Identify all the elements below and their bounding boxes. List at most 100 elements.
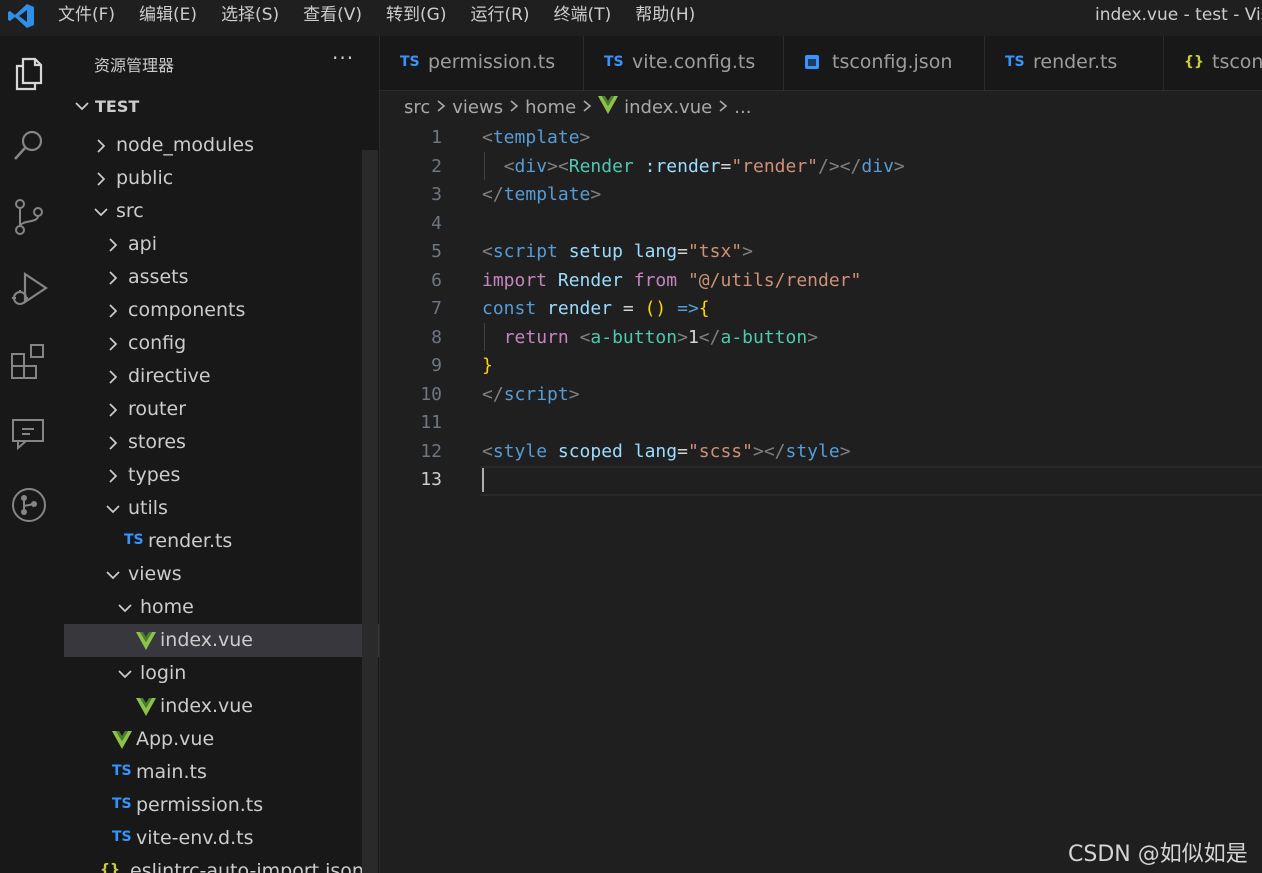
menu-item[interactable]: 运行(R) <box>458 0 541 32</box>
more-actions-button[interactable]: ··· <box>332 46 354 70</box>
code-token: style <box>785 440 840 462</box>
line-number: 5 <box>431 241 442 262</box>
tree-file[interactable]: index.vue <box>64 624 379 657</box>
code-token: scoped <box>557 440 623 462</box>
search-icon[interactable] <box>8 124 50 166</box>
menu-bar: 文件(F) 编辑(E) 选择(S) 查看(V) 转到(G) 运行(R) 终端(T) 帮助(H) <box>46 0 707 32</box>
typescript-file-icon: TS <box>1005 54 1025 70</box>
line-number: 7 <box>431 298 442 319</box>
menu-item[interactable]: 编辑(E) <box>127 0 209 32</box>
tree-file[interactable]: TS permission.ts <box>64 789 379 822</box>
tree-file[interactable]: index.vue <box>64 690 379 723</box>
menu-item[interactable]: 转到(G) <box>374 0 458 32</box>
vue-file-icon <box>112 731 132 753</box>
code-text: } <box>482 352 493 380</box>
tree-folder[interactable]: public <box>64 162 379 195</box>
code-token: > <box>807 326 819 348</box>
line-number: 12 <box>420 440 442 462</box>
tree-file[interactable]: TS render.ts <box>64 525 379 558</box>
breadcrumb-item[interactable]: ... <box>734 97 751 118</box>
menu-item[interactable]: 文件(F) <box>46 0 127 32</box>
code-token: import <box>482 269 548 291</box>
workspace-root[interactable]: TEST <box>64 92 379 122</box>
remote-explorer-icon[interactable] <box>8 412 50 454</box>
tree-item-label: utils <box>128 497 168 519</box>
code-token: style <box>492 440 548 462</box>
chevron-right-icon <box>104 302 122 324</box>
tree-folder[interactable]: assets <box>64 261 379 294</box>
sidebar-scrollbar[interactable] <box>362 150 378 873</box>
code-text: const render = () =>{ <box>482 295 710 323</box>
tree-item-label: App.vue <box>136 728 215 750</box>
tree-item-label: vite-env.d.ts <box>136 827 254 849</box>
menu-item[interactable]: 选择(S) <box>209 0 291 32</box>
editor-tab[interactable]: TS permission.ts <box>380 36 584 90</box>
run-debug-icon[interactable] <box>8 268 50 310</box>
tree-folder[interactable]: src <box>64 195 379 228</box>
menu-item[interactable]: 帮助(H) <box>623 0 707 32</box>
editor-tab-label: render.ts <box>1033 51 1118 73</box>
tree-file[interactable]: TS vite-env.d.ts <box>64 822 379 855</box>
code-line: 5 <script setup lang="tsx"> <box>380 238 1262 266</box>
editor-tab-label: vite.config.ts <box>632 51 756 73</box>
tree-item-label: .eslintrc-auto-import.json <box>124 860 364 873</box>
editor-tab[interactable]: tsconfig.json <box>784 36 985 90</box>
tree-file[interactable]: App.vue <box>64 723 379 756</box>
source-control-icon[interactable] <box>8 196 50 238</box>
tree-folder[interactable]: config <box>64 327 379 360</box>
tree-file[interactable]: TS main.ts <box>64 756 379 789</box>
tree-folder[interactable]: components <box>64 294 379 327</box>
tree-folder[interactable]: views <box>64 558 379 591</box>
tree-folder[interactable]: login <box>64 657 379 690</box>
editor-tab[interactable]: {} tsconf <box>1164 36 1262 90</box>
breadcrumb-item[interactable]: home <box>525 97 576 118</box>
line-number: 8 <box>431 326 442 348</box>
editor-tabs: TS permission.ts TS vite.config.ts tsconfig.… <box>380 36 1262 91</box>
tree-folder[interactable]: api <box>64 228 379 261</box>
editor-tab-label: permission.ts <box>428 51 556 73</box>
code-token: > <box>893 155 905 177</box>
tree-item-label: config <box>128 332 187 354</box>
chevron-right-icon <box>104 434 122 456</box>
code-token: lang <box>633 241 678 262</box>
breadcrumb-item[interactable]: index.vue <box>624 97 712 118</box>
code-token: ></ <box>752 440 786 462</box>
breadcrumb-item[interactable]: src <box>404 97 430 118</box>
tree-folder[interactable]: home <box>64 591 379 624</box>
code-editor[interactable]: 1 <template> 2 <div><Render :render="rende… <box>380 124 1262 873</box>
tree-folder[interactable]: types <box>64 459 379 492</box>
editor-tab[interactable]: TS render.ts <box>985 36 1164 90</box>
explorer-icon[interactable] <box>8 52 50 94</box>
tree-file[interactable]: {} .eslintrc-auto-import.json <box>64 855 379 873</box>
code-token: div <box>514 155 548 177</box>
tree-item-label: directive <box>128 365 211 387</box>
activity-bar <box>0 36 64 873</box>
tree-folder[interactable]: router <box>64 393 379 426</box>
tree-folder[interactable]: utils <box>64 492 379 525</box>
code-line: 8 return <a-button>1</a-button> <box>380 324 1262 352</box>
vue-file-icon <box>136 632 156 654</box>
file-tree: node_modules public src api assets components… <box>64 129 379 873</box>
breadcrumb-item[interactable]: views <box>452 97 503 118</box>
line-number: 4 <box>431 212 442 234</box>
code-line: 4 <box>380 210 1262 238</box>
editor-tab[interactable]: TS vite.config.ts <box>584 36 784 90</box>
code-token: </ <box>482 184 504 205</box>
code-text: return <a-button>1</a-button> <box>482 324 818 352</box>
code-text: </script> <box>482 381 580 409</box>
tree-folder[interactable]: node_modules <box>64 129 379 162</box>
menu-item[interactable]: 终端(T) <box>542 0 624 32</box>
tree-folder[interactable]: stores <box>64 426 379 459</box>
watermark: CSDN @如似如是 <box>1068 842 1248 867</box>
code-line: 12 <style scoped lang="scss"></style> <box>380 438 1262 466</box>
menu-item[interactable]: 查看(V) <box>291 0 374 32</box>
tree-folder[interactable]: directive <box>64 360 379 393</box>
code-token: Render <box>568 155 634 177</box>
git-graph-icon[interactable] <box>8 484 50 526</box>
extensions-icon[interactable] <box>8 340 50 382</box>
